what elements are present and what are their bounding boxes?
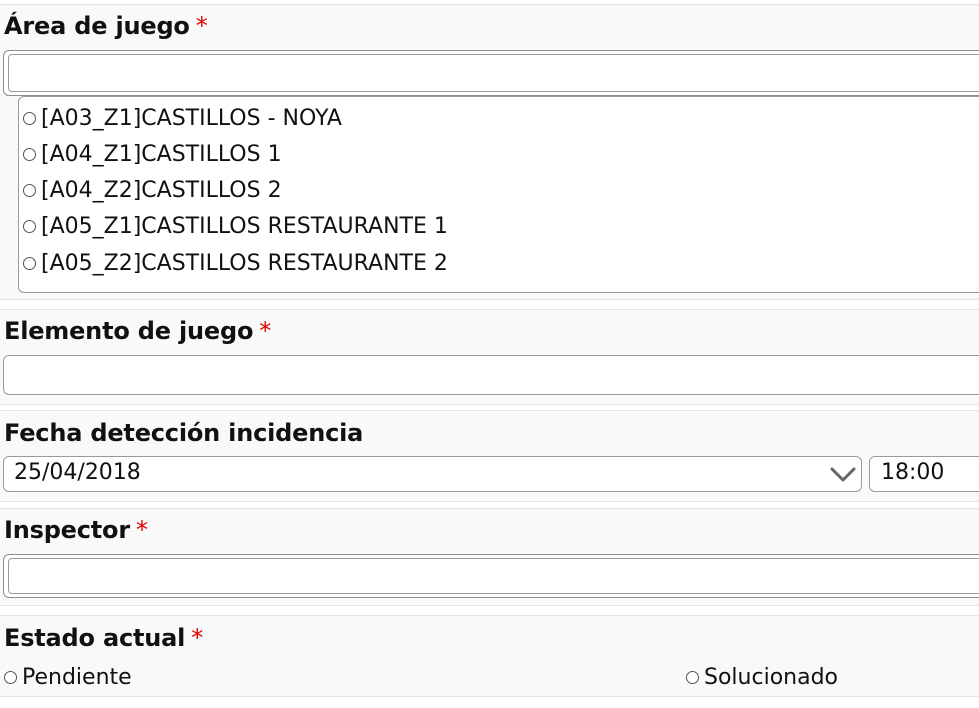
area-required-mark: * (195, 12, 208, 40)
area-option-label: [A05_Z2]CASTILLOS RESTAURANTE 2 (41, 250, 448, 276)
inspector-section: Inspector * (0, 508, 979, 606)
date-value: 25/04/2018 (14, 460, 141, 485)
area-listbox[interactable]: [A03_Z1]CASTILLOS - NOYA [A04_Z1]CASTILL… (18, 96, 979, 293)
radio-icon[interactable] (23, 183, 36, 197)
incident-form: Área de juego * [A03_Z1]CASTILLOS - NOYA … (0, 0, 979, 708)
time-value: 18:00 (881, 460, 945, 485)
inspector-input-inner[interactable] (8, 558, 979, 594)
radio-icon[interactable] (686, 670, 699, 684)
area-option-label: [A05_Z1]CASTILLOS RESTAURANTE 1 (41, 213, 448, 239)
area-option[interactable]: [A04_Z2]CASTILLOS 2 (23, 173, 282, 207)
area-option-label: [A03_Z1]CASTILLOS - NOYA (41, 105, 342, 131)
area-option[interactable]: [A05_Z2]CASTILLOS RESTAURANTE 2 (23, 246, 448, 280)
elemento-label-text: Elemento de juego (4, 317, 254, 345)
area-option[interactable]: [A05_Z1]CASTILLOS RESTAURANTE 1 (23, 209, 448, 243)
radio-icon[interactable] (23, 111, 36, 125)
time-input[interactable]: 18:00 (869, 456, 979, 492)
area-option-label: [A04_Z2]CASTILLOS 2 (41, 177, 282, 203)
radio-icon[interactable] (4, 670, 17, 684)
area-section: Área de juego * [A03_Z1]CASTILLOS - NOYA … (0, 4, 979, 300)
chevron-down-icon[interactable] (829, 461, 857, 487)
radio-icon[interactable] (23, 256, 36, 270)
elemento-required-mark: * (259, 317, 272, 345)
area-option[interactable]: [A03_Z1]CASTILLOS - NOYA (23, 101, 342, 135)
area-search-input[interactable] (3, 50, 979, 96)
estado-option-label: Solucionado (704, 664, 838, 690)
estado-label-text: Estado actual (4, 624, 186, 652)
estado-label: Estado actual * (4, 624, 203, 652)
elemento-input[interactable] (3, 355, 979, 395)
inspector-label-text: Inspector (4, 516, 130, 544)
inspector-label: Inspector * (4, 516, 148, 544)
area-option[interactable]: [A04_Z1]CASTILLOS 1 (23, 137, 282, 171)
area-label: Área de juego * (4, 12, 208, 40)
estado-option-pendiente[interactable]: Pendiente (4, 662, 132, 692)
inspector-input[interactable] (3, 554, 979, 598)
fecha-label-text: Fecha detección incidencia (4, 419, 364, 447)
date-select[interactable]: 25/04/2018 (3, 456, 862, 492)
radio-icon[interactable] (23, 219, 36, 233)
estado-option-label: Pendiente (22, 664, 132, 690)
estado-required-mark: * (191, 624, 203, 652)
area-label-text: Área de juego (4, 12, 190, 40)
estado-option-solucionado[interactable]: Solucionado (686, 662, 838, 692)
radio-icon[interactable] (23, 147, 36, 161)
area-search-inner[interactable] (8, 54, 979, 92)
elemento-label: Elemento de juego * (4, 317, 271, 345)
elemento-section: Elemento de juego * (0, 309, 979, 405)
inspector-required-mark: * (135, 516, 148, 544)
fecha-label: Fecha detección incidencia (4, 419, 363, 447)
area-option-label: [A04_Z1]CASTILLOS 1 (41, 141, 282, 167)
